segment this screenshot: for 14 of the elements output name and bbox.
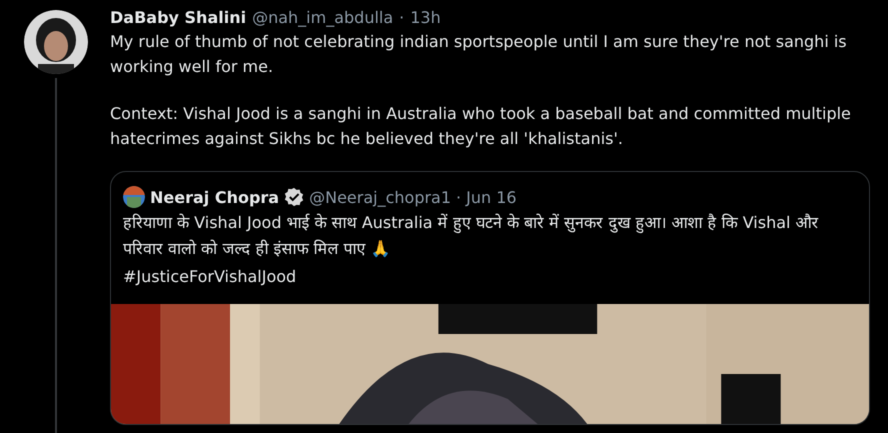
handle[interactable]: @nah_im_abdulla	[252, 8, 394, 27]
quoted-tweet-text: हरियाणा के Vishal Jood भाई के साथ Australia में हुए घटने के बारे में सुनकर दुख हुआ। आशा है कि Vishal और परिवार वालो को जल्द ही इंसाफ मिल पाए 🙏	[123, 212, 820, 260]
tweet-text: Context: Vishal Jood is a sanghi in Australia who took a baseball bat and committed multiple hatecrimes against Sikhs bc he believed they're all 'khalistanis'.	[110, 103, 852, 150]
display-name[interactable]: DaBaby Shalini	[110, 8, 246, 27]
hashtag-link[interactable]: #JusticeForVishalJood	[123, 264, 857, 290]
avatar[interactable]	[24, 10, 88, 74]
quoted-tweet-card[interactable]	[110, 171, 870, 425]
separator: ·	[456, 188, 462, 206]
tweet-text: My rule of thumb of not celebrating indian sportspeople until I am sure they're not sanghi is working well for me.	[110, 31, 848, 78]
timestamp[interactable]: Jun 16	[466, 188, 517, 206]
display-name[interactable]: Neeraj Chopra	[150, 188, 280, 206]
handle[interactable]: @Neeraj_chopra1	[309, 188, 452, 206]
timestamp[interactable]: 13h	[410, 8, 441, 27]
separator: ·	[399, 8, 404, 27]
